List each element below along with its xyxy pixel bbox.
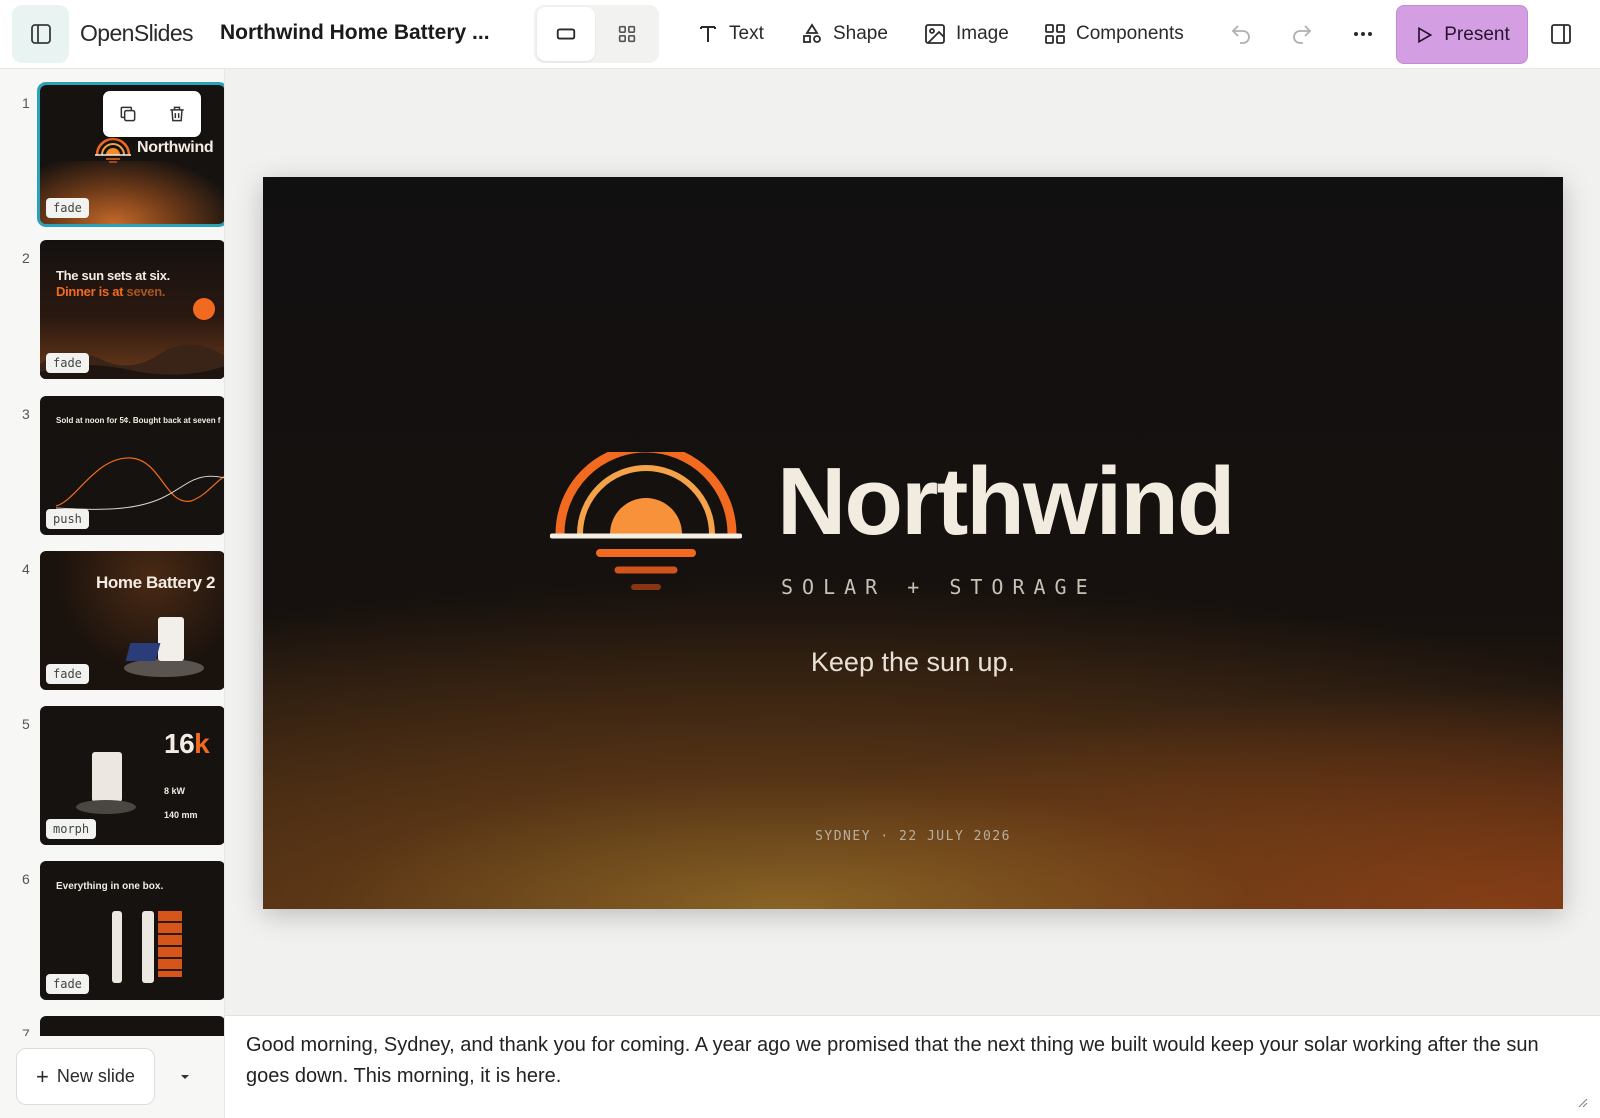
slide-canvas[interactable]: Northwind SOLAR + STORAGE Keep the sun u…	[263, 177, 1563, 909]
document-title[interactable]: Northwind Home Battery ...	[220, 21, 490, 45]
slide-thumbnail-5[interactable]: 16k 8 kW 140 mm morph	[40, 706, 224, 845]
pedestal-shape	[124, 659, 204, 677]
big-number-text: 16k	[164, 728, 210, 759]
slide-thumbnail-1[interactable]: Northwind fade	[37, 82, 224, 227]
slide-view-icon	[556, 28, 576, 40]
view-mode-toggle	[534, 5, 659, 63]
image-icon	[925, 24, 945, 44]
single-slide-view-button[interactable]	[537, 7, 595, 61]
text-icon	[700, 26, 716, 42]
new-slide-label: New slide	[56, 1066, 135, 1086]
line-chart-graphic	[56, 457, 224, 510]
big-number-unit: k	[194, 728, 210, 759]
thumbnail-title: Sold at noon for 5¢. Bought back at seve…	[56, 416, 221, 425]
shape-icon	[803, 23, 821, 43]
image-label: Image	[956, 23, 1009, 44]
components-icon	[1045, 24, 1065, 44]
slide-thumbnail-2[interactable]: The sun sets at six. Dinner is at seven.…	[40, 240, 224, 379]
transition-badge[interactable]: fade	[46, 353, 89, 373]
battery-shape	[92, 752, 122, 802]
thumbnail-line-2b: seven.	[126, 284, 166, 299]
speaker-notes-textarea[interactable]: Good morning, Sydney, and thank you for …	[246, 1030, 1576, 1092]
play-icon	[1418, 26, 1433, 43]
spec-1: 8 kW	[164, 786, 186, 796]
sun-shape	[193, 298, 215, 320]
brand-subtitle[interactable]: SOLAR + STORAGE	[781, 575, 1097, 599]
app-logo: OpenSlides	[80, 20, 194, 46]
right-panel-icon	[1551, 24, 1571, 44]
slide-thumbnail-4[interactable]: Home Battery 2 fade	[40, 551, 224, 690]
new-slide-button[interactable]: + New slide	[16, 1048, 155, 1105]
thumbnail-line-2a: Dinner is at	[56, 284, 127, 299]
undo-icon	[1231, 25, 1250, 44]
northwind-logo-mark	[550, 452, 742, 590]
thumbnail-line-2: Dinner is at seven.	[56, 284, 166, 299]
redo-icon	[1293, 25, 1312, 44]
solar-panel-shape	[125, 643, 161, 661]
sidebar-toggle-button[interactable]	[12, 5, 69, 63]
thumbnail-title: Home Battery 2	[96, 573, 216, 592]
shape-label: Shape	[833, 23, 888, 44]
text-label: Text	[729, 23, 764, 44]
thumbnail-actions	[103, 91, 201, 137]
speaker-notes-panel: Good morning, Sydney, and thank you for …	[225, 1015, 1600, 1118]
battery-shape	[158, 617, 184, 661]
slide-rail: 1 Northwind fade 2 The sun sets at six. …	[0, 69, 225, 1118]
caret-down-icon	[181, 1075, 189, 1079]
more-horizontal-icon	[1354, 32, 1372, 36]
trash-icon[interactable]	[167, 104, 187, 124]
grid-icon	[618, 25, 636, 43]
transition-badge[interactable]: fade	[46, 664, 89, 684]
spec-2: 140 mm	[164, 810, 198, 820]
redo-button[interactable]	[1281, 13, 1323, 55]
slide-number: 5	[22, 716, 30, 732]
transition-badge[interactable]: fade	[46, 974, 89, 994]
slide-footer[interactable]: SYDNEY · 22 JULY 2026	[263, 829, 1563, 844]
present-label: Present	[1444, 23, 1510, 45]
transition-badge[interactable]: push	[46, 509, 89, 529]
transition-badge[interactable]: morph	[46, 819, 97, 839]
present-button[interactable]: Present	[1396, 5, 1528, 64]
duplicate-icon[interactable]	[118, 104, 138, 124]
sidebar-panel-icon	[30, 24, 51, 44]
panel-shape	[112, 911, 122, 983]
components-label: Components	[1076, 23, 1184, 44]
resize-handle-icon[interactable]	[1576, 1096, 1588, 1108]
plus-icon: +	[36, 1063, 49, 1089]
insert-components-button[interactable]: Components	[1035, 13, 1192, 55]
pedestal-shape	[76, 800, 136, 814]
insert-image-button[interactable]: Image	[915, 13, 1017, 55]
top-toolbar: OpenSlides Northwind Home Battery ... Te…	[0, 0, 1600, 69]
thumbnail-title: Everything in one box.	[56, 881, 164, 892]
rail-footer: + New slide	[0, 1036, 224, 1118]
slide-number: 1	[22, 95, 30, 111]
undo-button[interactable]	[1220, 13, 1262, 55]
cells-shape	[158, 911, 182, 977]
slide-thumbnail-6[interactable]: Everything in one box. fade	[40, 861, 224, 1000]
insert-shape-button[interactable]: Shape	[792, 13, 896, 55]
thumbnail-big-number: 16k	[164, 728, 210, 760]
slide-tagline[interactable]: Keep the sun up.	[263, 647, 1563, 678]
slide-number: 3	[22, 406, 30, 422]
slide-thumbnail-3[interactable]: Sold at noon for 5¢. Bought back at seve…	[40, 396, 224, 535]
new-slide-options-button[interactable]	[170, 1062, 200, 1092]
slide-number: 2	[22, 250, 30, 266]
transition-badge[interactable]: fade	[46, 198, 89, 218]
right-panel-toggle-button[interactable]	[1540, 13, 1582, 55]
grid-view-button[interactable]	[598, 7, 656, 61]
thumbnail-line-1: The sun sets at six.	[56, 268, 170, 283]
brand-wordmark[interactable]: Northwind	[777, 447, 1236, 557]
panel-shape	[142, 911, 154, 983]
slide-number: 6	[22, 871, 30, 887]
thumbnail-title: Northwind	[137, 139, 214, 156]
northwind-logo-mark	[95, 137, 131, 163]
more-options-button[interactable]	[1342, 13, 1384, 55]
slide-number: 4	[22, 561, 30, 577]
insert-text-button[interactable]: Text	[688, 13, 772, 55]
